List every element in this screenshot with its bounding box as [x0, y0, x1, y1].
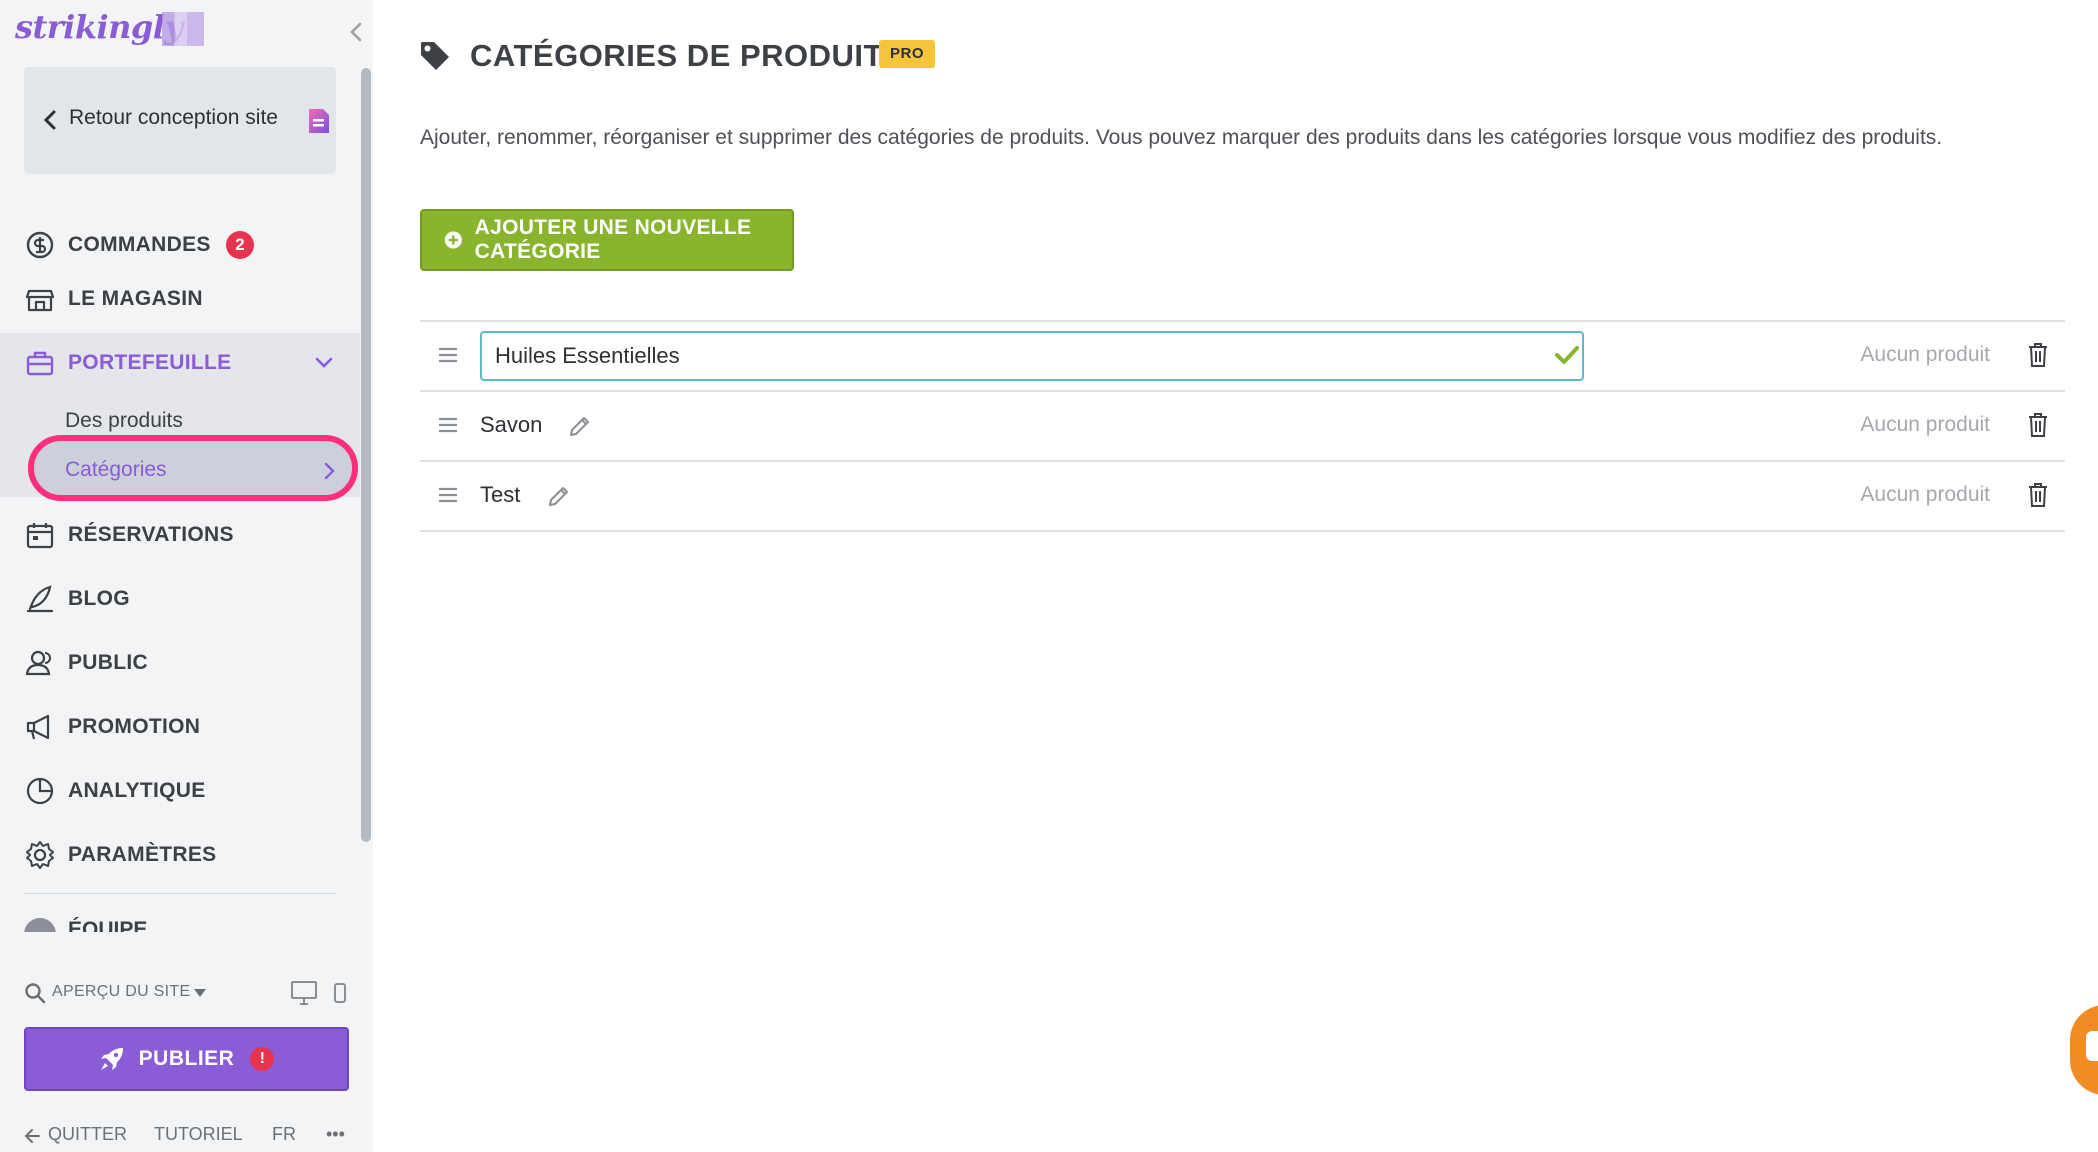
nav-bookings-label: RÉSERVATIONS [68, 523, 234, 546]
pro-badge: PRO [879, 40, 935, 68]
category-row: Test Aucun produit [420, 460, 2065, 530]
desktop-preview-icon[interactable] [290, 980, 318, 1006]
chevron-right-icon [324, 462, 335, 480]
search-icon [25, 983, 46, 1004]
orders-count-badge: 2 [226, 231, 254, 259]
site-thumbnail-blurred [162, 12, 204, 46]
language-selector[interactable]: FR [272, 1124, 296, 1145]
pencil-icon[interactable] [547, 484, 571, 508]
main-content: CATÉGORIES DE PRODUITS PRO Ajouter, reno… [373, 0, 2098, 1152]
nav-analytics[interactable]: ANALYTIQUE [0, 761, 360, 821]
pie-chart-icon [26, 777, 54, 805]
drag-handle-icon[interactable] [438, 486, 458, 504]
nav-blog[interactable]: BLOG [0, 569, 360, 629]
add-category-button[interactable]: AJOUTER UNE NOUVELLE CATÉGORIE [420, 209, 794, 271]
nav-portfolio[interactable]: PORTEFEUILLE [0, 333, 360, 393]
nav-audience-label: PUBLIC [68, 651, 148, 674]
nav-settings[interactable]: PARAMÈTRES [0, 825, 360, 885]
gear-icon [26, 841, 54, 869]
megaphone-icon [26, 714, 50, 740]
nav-analytics-label: ANALYTIQUE [68, 779, 206, 802]
users-icon [25, 650, 51, 676]
nav-store-label: LE MAGASIN [68, 287, 203, 310]
tutorial-link[interactable]: TUTORIEL [154, 1124, 243, 1145]
calendar-icon [26, 523, 54, 549]
team-avatar [24, 918, 56, 932]
nav-orders-label: COMMANDES [68, 233, 211, 256]
back-to-design-button[interactable]: Retour conception site [24, 67, 336, 174]
nav-settings-label: PARAMÈTRES [68, 843, 217, 866]
site-preview-dropdown[interactable]: APERÇU DU SITE [52, 983, 190, 1001]
nav-sub-products[interactable]: Des produits [65, 409, 183, 433]
back-to-design-label: Retour conception site [69, 106, 278, 129]
category-name: Test [480, 482, 521, 507]
checkmark-icon[interactable] [1554, 344, 1580, 366]
nav-team[interactable]: ÉQUIPE [24, 912, 224, 932]
nav-portfolio-label: PORTEFEUILLE [68, 351, 232, 374]
mobile-preview-icon[interactable] [333, 982, 347, 1004]
nav-sub-categories[interactable]: Catégories [65, 458, 167, 482]
page-document-icon [309, 109, 329, 133]
quit-arrow-icon [24, 1124, 40, 1151]
add-category-label: AJOUTER UNE NOUVELLE CATÉGORIE [474, 216, 752, 263]
sidebar-scrollbar[interactable] [361, 68, 371, 842]
nav-bookings[interactable]: RÉSERVATIONS [0, 505, 360, 565]
chevron-down-icon [315, 357, 333, 368]
site-preview-row: APERÇU DU SITE [24, 980, 354, 1008]
category-name-input[interactable] [480, 331, 1584, 381]
rocket-icon [100, 1048, 123, 1070]
nav-team-label: ÉQUIPE [68, 918, 148, 932]
tag-icon [421, 42, 449, 70]
collapse-sidebar-icon[interactable] [346, 20, 366, 44]
publish-label: PUBLIER [138, 1047, 235, 1070]
sidebar: strikingly Retour conception site COMMAN… [0, 0, 373, 1152]
category-name: Savon [480, 412, 543, 437]
nav-audience[interactable]: PUBLIC [0, 633, 360, 693]
strikingly-logo[interactable]: strikingly [15, 8, 183, 46]
drag-handle-icon[interactable] [438, 416, 458, 434]
trash-icon[interactable] [2027, 342, 2049, 368]
sidebar-divider [24, 893, 336, 894]
trash-icon[interactable] [2027, 482, 2049, 508]
categories-list: Aucun produit Savon Aucun produit Test A… [420, 320, 2065, 532]
plus-circle-icon [444, 231, 462, 249]
nav-promotion[interactable]: PROMOTION [0, 697, 360, 757]
chevron-left-icon [43, 110, 56, 130]
product-count: Aucun produit [1860, 413, 1990, 436]
quill-pen-icon [26, 585, 54, 613]
trash-icon[interactable] [2027, 412, 2049, 438]
publish-warning-icon: ! [250, 1047, 275, 1071]
dollar-circle-icon [26, 231, 54, 259]
briefcase-icon [26, 351, 54, 376]
category-row: Savon Aucun produit [420, 390, 2065, 460]
publish-button[interactable]: PUBLIER ! [24, 1027, 349, 1091]
category-row: Aucun produit [420, 320, 2065, 390]
pencil-icon[interactable] [568, 414, 592, 438]
product-count: Aucun produit [1860, 483, 1990, 506]
more-options-button[interactable]: ••• [326, 1124, 345, 1145]
nav-promotion-label: PROMOTION [68, 715, 201, 738]
drag-handle-icon[interactable] [438, 346, 458, 364]
nav-store[interactable]: LE MAGASIN [0, 269, 360, 329]
nav-orders[interactable]: COMMANDES 2 [0, 215, 360, 275]
quit-link[interactable]: QUITTER [48, 1124, 127, 1145]
product-count: Aucun produit [1860, 343, 1990, 366]
nav-blog-label: BLOG [68, 587, 130, 610]
list-bottom-border [420, 530, 2065, 532]
storefront-icon [25, 289, 55, 312]
page-description: Ajouter, renommer, réorganiser et suppri… [420, 126, 1943, 149]
caret-down-icon [194, 989, 206, 997]
sidebar-footer: QUITTER TUTORIEL FR ••• [24, 1124, 354, 1148]
page-title: CATÉGORIES DE PRODUITS [470, 38, 905, 73]
